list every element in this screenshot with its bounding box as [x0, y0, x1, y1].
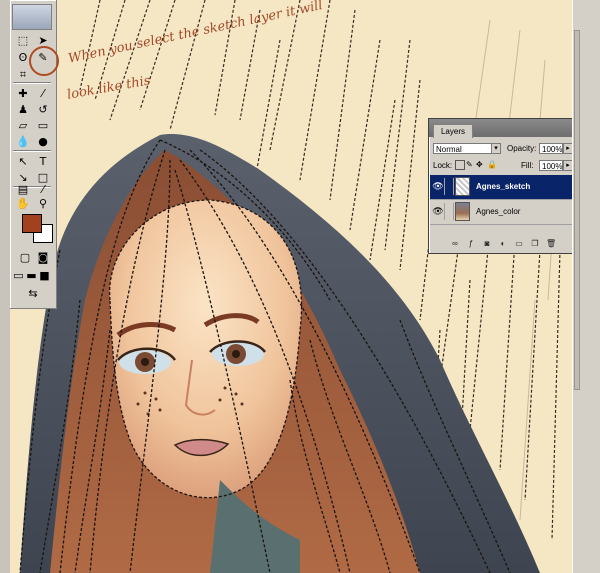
type-tool-icon[interactable]: T [34, 154, 52, 170]
chevron-down-icon[interactable]: ▾ [491, 143, 501, 154]
left-gutter [0, 0, 10, 573]
lock-brush-icon[interactable]: ✎ [466, 160, 473, 169]
full-screen-mode-icon[interactable]: ■ [38, 268, 51, 284]
lock-move-icon[interactable]: ✥ [476, 160, 483, 169]
eye-icon[interactable]: 👁 [432, 178, 445, 195]
new-layer-icon[interactable]: ❐ [530, 239, 540, 249]
crop-tool-icon[interactable]: ⌗ [14, 67, 32, 83]
eraser-tool-icon[interactable]: ▱ [14, 118, 32, 134]
toolbox-separator [13, 82, 51, 83]
right-panel-strip [580, 0, 600, 573]
eye-icon[interactable]: 👁 [432, 203, 445, 220]
clone-stamp-icon[interactable]: ♟ [14, 102, 32, 118]
history-brush-icon[interactable]: ↺ [34, 102, 52, 118]
fill-input[interactable]: 100% [539, 160, 563, 171]
gradient-tool-icon[interactable]: ▭ [34, 118, 52, 134]
opacity-input[interactable]: 100% [539, 143, 563, 154]
toolbox-separator [13, 150, 51, 151]
lock-all-icon[interactable]: 🔒 [487, 160, 497, 169]
blend-mode-select[interactable]: Normal [433, 143, 493, 154]
layer-style-icon[interactable]: ƒ [466, 239, 476, 249]
standard-screen-mode-icon[interactable]: ▭ [12, 268, 25, 284]
quick-mask-off-icon[interactable]: ▢ [16, 250, 34, 266]
annotation-line-1: When you select the sketch layer it will [67, 0, 324, 67]
layer-link-slot[interactable] [445, 178, 454, 195]
layer-thumbnail [455, 177, 470, 196]
lock-transparency-icon[interactable] [455, 160, 465, 170]
trash-icon[interactable]: 🗑 [546, 239, 556, 249]
dodge-tool-icon[interactable]: ● [34, 134, 52, 150]
layer-row-agnes-color[interactable]: 👁 Agnes_color [430, 200, 588, 225]
layer-thumbnail [455, 202, 470, 221]
foreground-color-swatch[interactable] [22, 214, 42, 233]
palette-tabbar: Layers ✕ [429, 119, 589, 138]
layers-palette: Layers ✕ Normal ▾ Opacity: 100% ▸ ▸ Lock… [428, 118, 590, 254]
photoshop-logo[interactable] [12, 4, 52, 30]
layer-name: Agnes_sketch [476, 182, 531, 191]
adjustment-layer-icon[interactable]: ◐ [498, 239, 508, 249]
jump-to-imageready-icon[interactable]: ⇆ [18, 286, 48, 302]
layer-row-agnes-sketch[interactable]: 👁 Agnes_sketch [430, 175, 588, 200]
opacity-label: Opacity: [507, 144, 537, 153]
layer-mask-icon[interactable]: ◙ [482, 239, 492, 249]
tool-highlight-circle [29, 46, 59, 76]
quick-mask-on-icon[interactable]: ◙ [34, 250, 52, 266]
lock-label: Lock: [433, 161, 453, 170]
layer-name: Agnes_color [476, 207, 521, 216]
new-group-icon[interactable]: ▭ [514, 239, 524, 249]
layer-link-slot[interactable] [445, 203, 454, 220]
full-screen-menu-mode-icon[interactable]: ▬ [25, 268, 38, 284]
layers-footer: ∞ ƒ ◙ ◐ ▭ ❐ 🗑 [430, 237, 588, 251]
annotation-line-2: look like this [66, 73, 152, 103]
path-selection-icon[interactable]: ↖ [14, 154, 32, 170]
healing-brush-icon[interactable]: ✚ [14, 86, 32, 102]
handwritten-annotation: When you select the sketch layer it will… [62, 0, 382, 120]
link-layers-icon[interactable]: ∞ [450, 239, 460, 249]
marquee-tool-icon[interactable]: ⬚ [14, 33, 32, 49]
fill-label: Fill: [521, 161, 534, 170]
brush-tool-icon[interactable]: ⁄ [34, 86, 52, 102]
blur-tool-icon[interactable]: 💧 [14, 134, 32, 150]
tab-layers[interactable]: Layers [433, 124, 473, 138]
hand-tool-icon[interactable]: ✋ [14, 196, 32, 212]
zoom-tool-icon[interactable]: ⚲ [34, 196, 52, 212]
